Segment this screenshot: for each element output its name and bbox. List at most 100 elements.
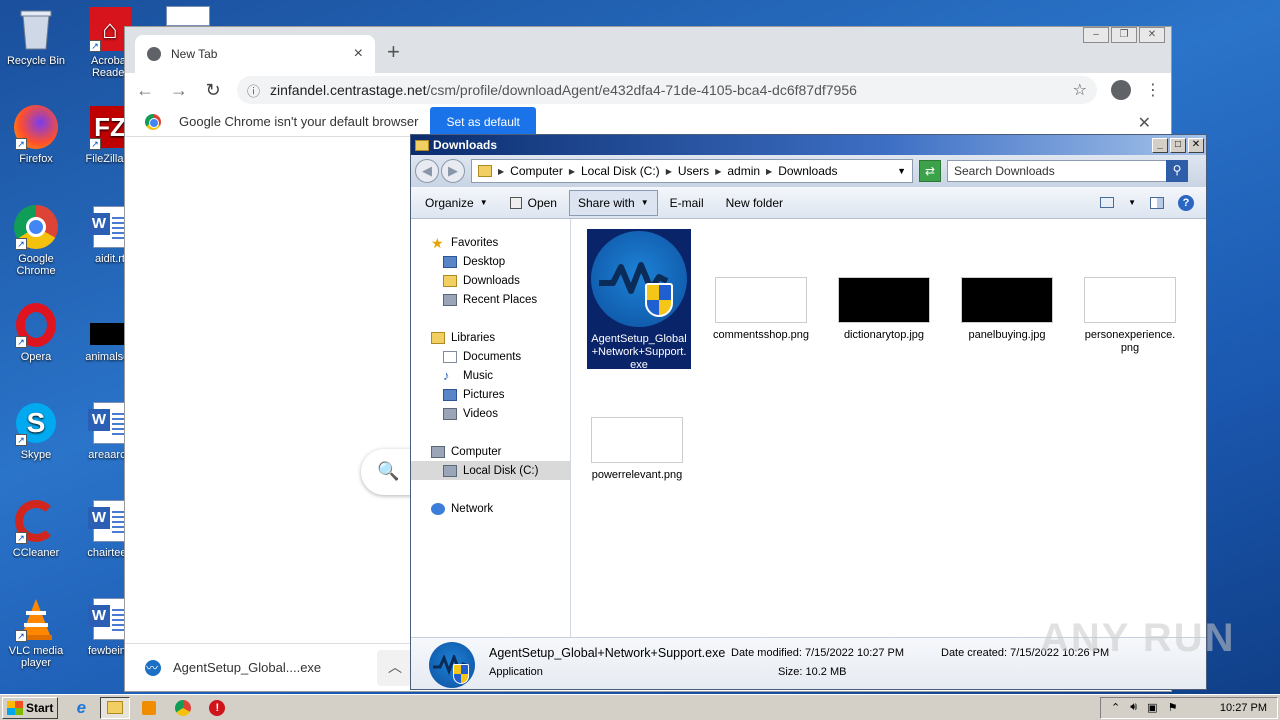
details-filename: AgentSetup_Global+Network+Support.exe [489,646,726,660]
desktop-icon-label: Firefox [19,153,53,165]
open-button[interactable]: Open [500,190,567,216]
file-personexperience[interactable]: personexperience.png [1078,277,1182,355]
file-dictionarytop[interactable]: dictionarytop.jpg [832,277,936,342]
restore-button[interactable]: ❐ [1111,27,1137,43]
view-options-icon[interactable] [1100,197,1115,208]
chevron-up-icon[interactable]: ︿ [377,649,413,686]
file-list: AgentSetup_Global+Network+Support.exe co… [571,219,1206,637]
desktop-icon-vlc[interactable]: ↗ VLC media player [0,596,72,669]
nav-computer[interactable]: Computer [411,442,570,461]
breadcrumb[interactable]: ▶ Computer ▶ Local Disk (C:) ▶ Users ▶ a… [471,159,913,183]
taskbar-explorer[interactable] [100,696,131,719]
navigation-pane: ★ Favorites Desktop Downloads Recent Plac… [411,219,571,637]
back-icon[interactable]: ← [135,80,155,101]
set-default-button[interactable]: Set as default [430,106,536,137]
nav-recent-places[interactable]: Recent Places [411,290,570,309]
url-host: zinfandel.centrastage.net [270,82,427,98]
taskbar-chrome[interactable] [168,697,198,719]
nav-pictures[interactable]: Pictures [411,385,570,404]
taskbar-media-player[interactable] [134,697,164,719]
flag-icon[interactable]: ⚑ [1168,701,1178,714]
search-input[interactable]: Search Downloads ⚲ [947,160,1188,182]
nav-favorites[interactable]: ★ Favorites [411,233,570,252]
nav-videos[interactable]: Videos [411,404,570,423]
nav-local-disk[interactable]: Local Disk (C:) [411,461,570,480]
chevron-down-icon[interactable]: ▼ [897,166,906,176]
star-icon: ★ [431,234,444,251]
taskbar-stop[interactable]: ! [202,697,232,719]
network-tray-icon[interactable]: ▣ [1147,701,1157,714]
back-icon[interactable]: ◀ [415,159,439,183]
organize-button[interactable]: Organize ▼ [415,190,498,216]
libraries-icon [431,331,445,344]
forward-icon[interactable]: ▶ [441,159,465,183]
shortcut-arrow-icon: ↗ [15,434,27,446]
desktop-icon-skype[interactable]: S ↗ Skype [0,400,72,461]
taskbar-ie[interactable]: e [66,697,96,719]
nav-downloads[interactable]: Downloads [411,271,570,290]
start-button[interactable]: Start [2,696,59,719]
infobar-close-icon[interactable]: ✕ [1138,113,1151,133]
new-folder-button[interactable]: New folder [716,190,793,216]
close-button[interactable]: ✕ [1188,137,1204,153]
nav-network[interactable]: Network [411,499,570,518]
search-icon[interactable]: 🔍 [361,449,415,495]
close-button[interactable]: ✕ [1139,27,1165,43]
stop-icon: ! [209,699,226,716]
reload-icon[interactable]: ↻ [203,80,223,101]
new-tab-button[interactable]: + [387,39,400,65]
nav-libraries[interactable]: Libraries [411,328,570,347]
breadcrumb-downloads[interactable]: Downloads [778,164,837,178]
minimize-button[interactable]: _ [1152,137,1168,153]
desktop-icon-firefox[interactable]: ↗ Firefox [0,104,72,165]
download-item[interactable]: AgentSetup_Global....exe [145,659,365,676]
clock[interactable]: 10:27 PM [1220,702,1267,714]
details-date-modified: Date modified: 7/15/2022 10:27 PM [731,647,905,659]
help-icon[interactable]: ? [1178,194,1194,211]
default-browser-infobar: Google Chrome isn't your default browser… [125,106,1171,137]
minimize-button[interactable]: – [1083,27,1109,43]
word-doc-icon[interactable] [166,6,210,26]
nav-music[interactable]: ♪ Music [411,366,570,385]
desktop-icon-recycle-bin[interactable]: Recycle Bin [0,6,72,67]
search-icon[interactable]: ⚲ [1166,160,1188,182]
email-button[interactable]: E-mail [660,190,714,216]
tab-close-icon[interactable]: × [354,45,363,63]
refresh-icon[interactable]: ⇄ [919,160,941,182]
shortcut-arrow-icon: ↗ [89,40,101,52]
desktop-icon-label: Recycle Bin [6,55,66,67]
preview-pane-icon[interactable] [1150,196,1164,209]
media-player-icon [142,700,157,715]
account-icon[interactable] [1111,80,1131,100]
pictures-icon [443,388,457,401]
desktop-icon-opera[interactable]: ↗ Opera [0,302,72,363]
breadcrumb-users[interactable]: Users [678,164,709,178]
file-agent-setup[interactable]: AgentSetup_Global+Network+Support.exe [587,229,691,371]
window-controls: _ □ ✕ [1152,137,1206,153]
file-commentsshop[interactable]: commentsshop.png [709,277,813,342]
desktop-icon-chrome[interactable]: ↗ Google Chrome [0,204,72,277]
nav-documents[interactable]: Documents [411,347,570,366]
menu-icon[interactable]: ⋮ [1145,80,1161,100]
breadcrumb-admin[interactable]: admin [727,164,760,178]
infobar-text: Google Chrome isn't your default browser [179,114,419,129]
image-thumbnail [961,277,1053,323]
breadcrumb-local-disk[interactable]: Local Disk (C:) [581,164,660,178]
maximize-button[interactable]: □ [1170,137,1186,153]
chevron-down-icon[interactable]: ▼ [1128,198,1136,207]
breadcrumb-computer[interactable]: Computer [510,164,563,178]
bookmark-star-icon[interactable]: ☆ [1073,80,1087,100]
volume-icon[interactable]: 🔊︎ [1130,701,1137,714]
share-with-button[interactable]: Share with ▼ [568,189,658,216]
info-icon[interactable]: ⓘ [247,81,260,100]
address-bar[interactable]: ⓘ zinfandel.centrastage.net /csm/profile… [237,76,1097,104]
tab-new-tab[interactable]: New Tab × [135,35,375,73]
nav-desktop[interactable]: Desktop [411,252,570,271]
tray-expand-icon[interactable]: ⌃ [1111,701,1120,714]
file-panelbuying[interactable]: panelbuying.jpg [955,277,1059,342]
file-powerrelevant[interactable]: powerrelevant.png [585,417,689,482]
forward-icon[interactable]: → [169,80,189,101]
file-name: AgentSetup_Global+Network+Support.exe [591,333,687,371]
desktop-icon-ccleaner[interactable]: ↗ CCleaner [0,498,72,559]
uac-shield-icon [645,283,673,317]
